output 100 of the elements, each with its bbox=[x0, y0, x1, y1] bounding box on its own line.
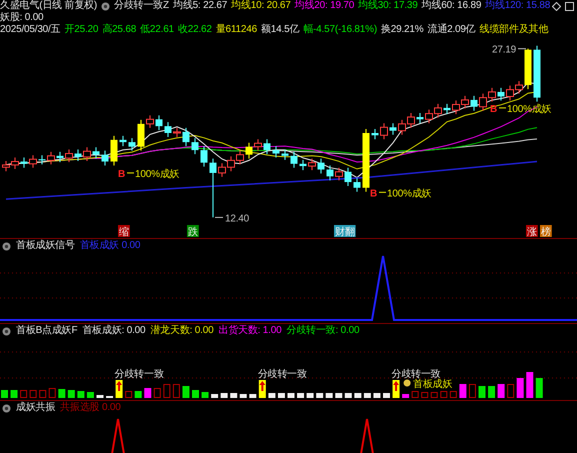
circle-icon[interactable] bbox=[2, 404, 11, 412]
histogram-bar bbox=[134, 391, 142, 398]
quote-value: 额14.5亿 bbox=[260, 24, 300, 36]
quote-value: 2025/05/30/五 bbox=[0, 24, 60, 36]
candlestick bbox=[416, 112, 424, 124]
candlestick bbox=[120, 135, 126, 147]
event-tag: 缩 bbox=[118, 225, 130, 238]
quote-value: 收22.62 bbox=[178, 24, 212, 36]
histogram-bar bbox=[412, 391, 419, 398]
histogram-bar bbox=[306, 393, 314, 398]
histogram-bar bbox=[326, 393, 333, 398]
signal-marker: B bbox=[490, 104, 498, 115]
candlestick bbox=[335, 167, 343, 181]
signal-bar bbox=[116, 380, 123, 398]
histogram-bar bbox=[202, 392, 209, 398]
coin-icon bbox=[404, 380, 411, 386]
candlestick bbox=[290, 151, 298, 168]
leader-line bbox=[518, 48, 526, 50]
candlestick bbox=[182, 127, 190, 147]
indicator-value: 首板成妖 0.00 bbox=[80, 240, 140, 252]
diamond-icon[interactable] bbox=[552, 2, 561, 11]
panel-title: 首板B点成妖F bbox=[16, 325, 78, 337]
histogram-bar bbox=[172, 384, 180, 398]
signal-bar bbox=[258, 380, 266, 398]
candlestick bbox=[318, 158, 324, 174]
histogram-bar bbox=[373, 393, 380, 398]
histogram-bar bbox=[192, 390, 199, 398]
panel-title: 首板成妖信号 bbox=[16, 240, 75, 252]
candlestick bbox=[254, 138, 262, 152]
price-label: 12.40 bbox=[225, 213, 250, 224]
histogram-bar bbox=[68, 390, 75, 398]
candlestick bbox=[300, 159, 306, 171]
histogram-bar bbox=[182, 386, 190, 398]
leader-line bbox=[126, 172, 134, 174]
histogram-bar bbox=[364, 393, 371, 398]
candlestick bbox=[390, 122, 396, 136]
candlestick bbox=[534, 45, 540, 102]
candlestick bbox=[524, 48, 532, 90]
histogram-bar bbox=[249, 394, 256, 398]
candlestick bbox=[74, 149, 82, 162]
indicator-value: 均线20: 19.70 bbox=[294, 0, 354, 12]
histogram-bar bbox=[288, 393, 294, 398]
histogram-bar bbox=[154, 388, 161, 398]
candlestick bbox=[38, 154, 46, 165]
candlestick bbox=[110, 135, 118, 166]
histogram-bar bbox=[488, 386, 496, 398]
candlestick bbox=[92, 146, 100, 160]
indicator-value: 出货天数: 1.00 bbox=[218, 325, 282, 337]
indicator-value: 共振选股 0.00 bbox=[60, 402, 121, 414]
histogram-bar bbox=[478, 386, 486, 398]
candlestick bbox=[56, 151, 64, 163]
candlestick bbox=[83, 146, 91, 162]
candlestick bbox=[128, 138, 136, 152]
histogram-bar bbox=[421, 392, 428, 398]
histogram-bar bbox=[335, 393, 342, 398]
histogram-bar bbox=[430, 392, 438, 398]
histogram-bar bbox=[96, 395, 104, 398]
indicator-value: 均线30: 17.39 bbox=[358, 0, 418, 12]
indicator-value: 潜龙天数: 0.00 bbox=[150, 325, 214, 337]
candlestick bbox=[470, 95, 478, 112]
square-icon[interactable] bbox=[565, 2, 574, 11]
circle-icon[interactable] bbox=[2, 326, 11, 336]
candlestick bbox=[498, 87, 504, 101]
signal-label: 分歧转一致 bbox=[114, 369, 164, 380]
candlestick bbox=[29, 154, 37, 168]
quote-value: 流通2.09亿 bbox=[427, 24, 476, 36]
circle-icon[interactable] bbox=[2, 242, 11, 250]
quote-value: 幅-4.57(-16.81%) bbox=[303, 24, 377, 36]
circle-icon[interactable] bbox=[101, 2, 110, 10]
indicator-value: 妖股: 0.00 bbox=[0, 12, 44, 24]
candlestick bbox=[272, 146, 280, 158]
signal-label: 首板成妖 bbox=[413, 379, 452, 390]
candlestick bbox=[146, 114, 154, 128]
event-tag: 财翻 bbox=[334, 225, 356, 238]
histogram-bar bbox=[230, 393, 238, 398]
histogram-bar bbox=[498, 384, 505, 398]
event-tag: 涨 bbox=[526, 225, 538, 238]
histogram-bar bbox=[86, 392, 94, 398]
candlestick bbox=[210, 158, 216, 218]
signal-marker: B bbox=[118, 168, 126, 180]
histogram-bar bbox=[220, 393, 228, 398]
signal-label: 分歧转一致 bbox=[258, 369, 307, 380]
histogram-bar bbox=[163, 384, 170, 398]
stock-title: 久盛电气(日线 前复权) bbox=[0, 0, 98, 12]
histogram-bar bbox=[316, 393, 324, 398]
histogram-bar bbox=[77, 391, 84, 398]
leader-line bbox=[378, 192, 386, 193]
histogram-bar bbox=[297, 393, 304, 398]
histogram-bar bbox=[125, 391, 132, 398]
histogram-bar bbox=[20, 390, 28, 398]
candlestick bbox=[380, 122, 388, 140]
histogram-bar bbox=[450, 391, 457, 398]
candlestick bbox=[173, 127, 181, 138]
candlestick bbox=[246, 142, 252, 160]
candlestick bbox=[326, 165, 334, 181]
histogram-bar bbox=[468, 384, 476, 398]
candlestick bbox=[102, 150, 108, 166]
histogram-bar bbox=[30, 390, 37, 398]
leader-line bbox=[214, 216, 224, 218]
candlestick bbox=[65, 149, 73, 163]
